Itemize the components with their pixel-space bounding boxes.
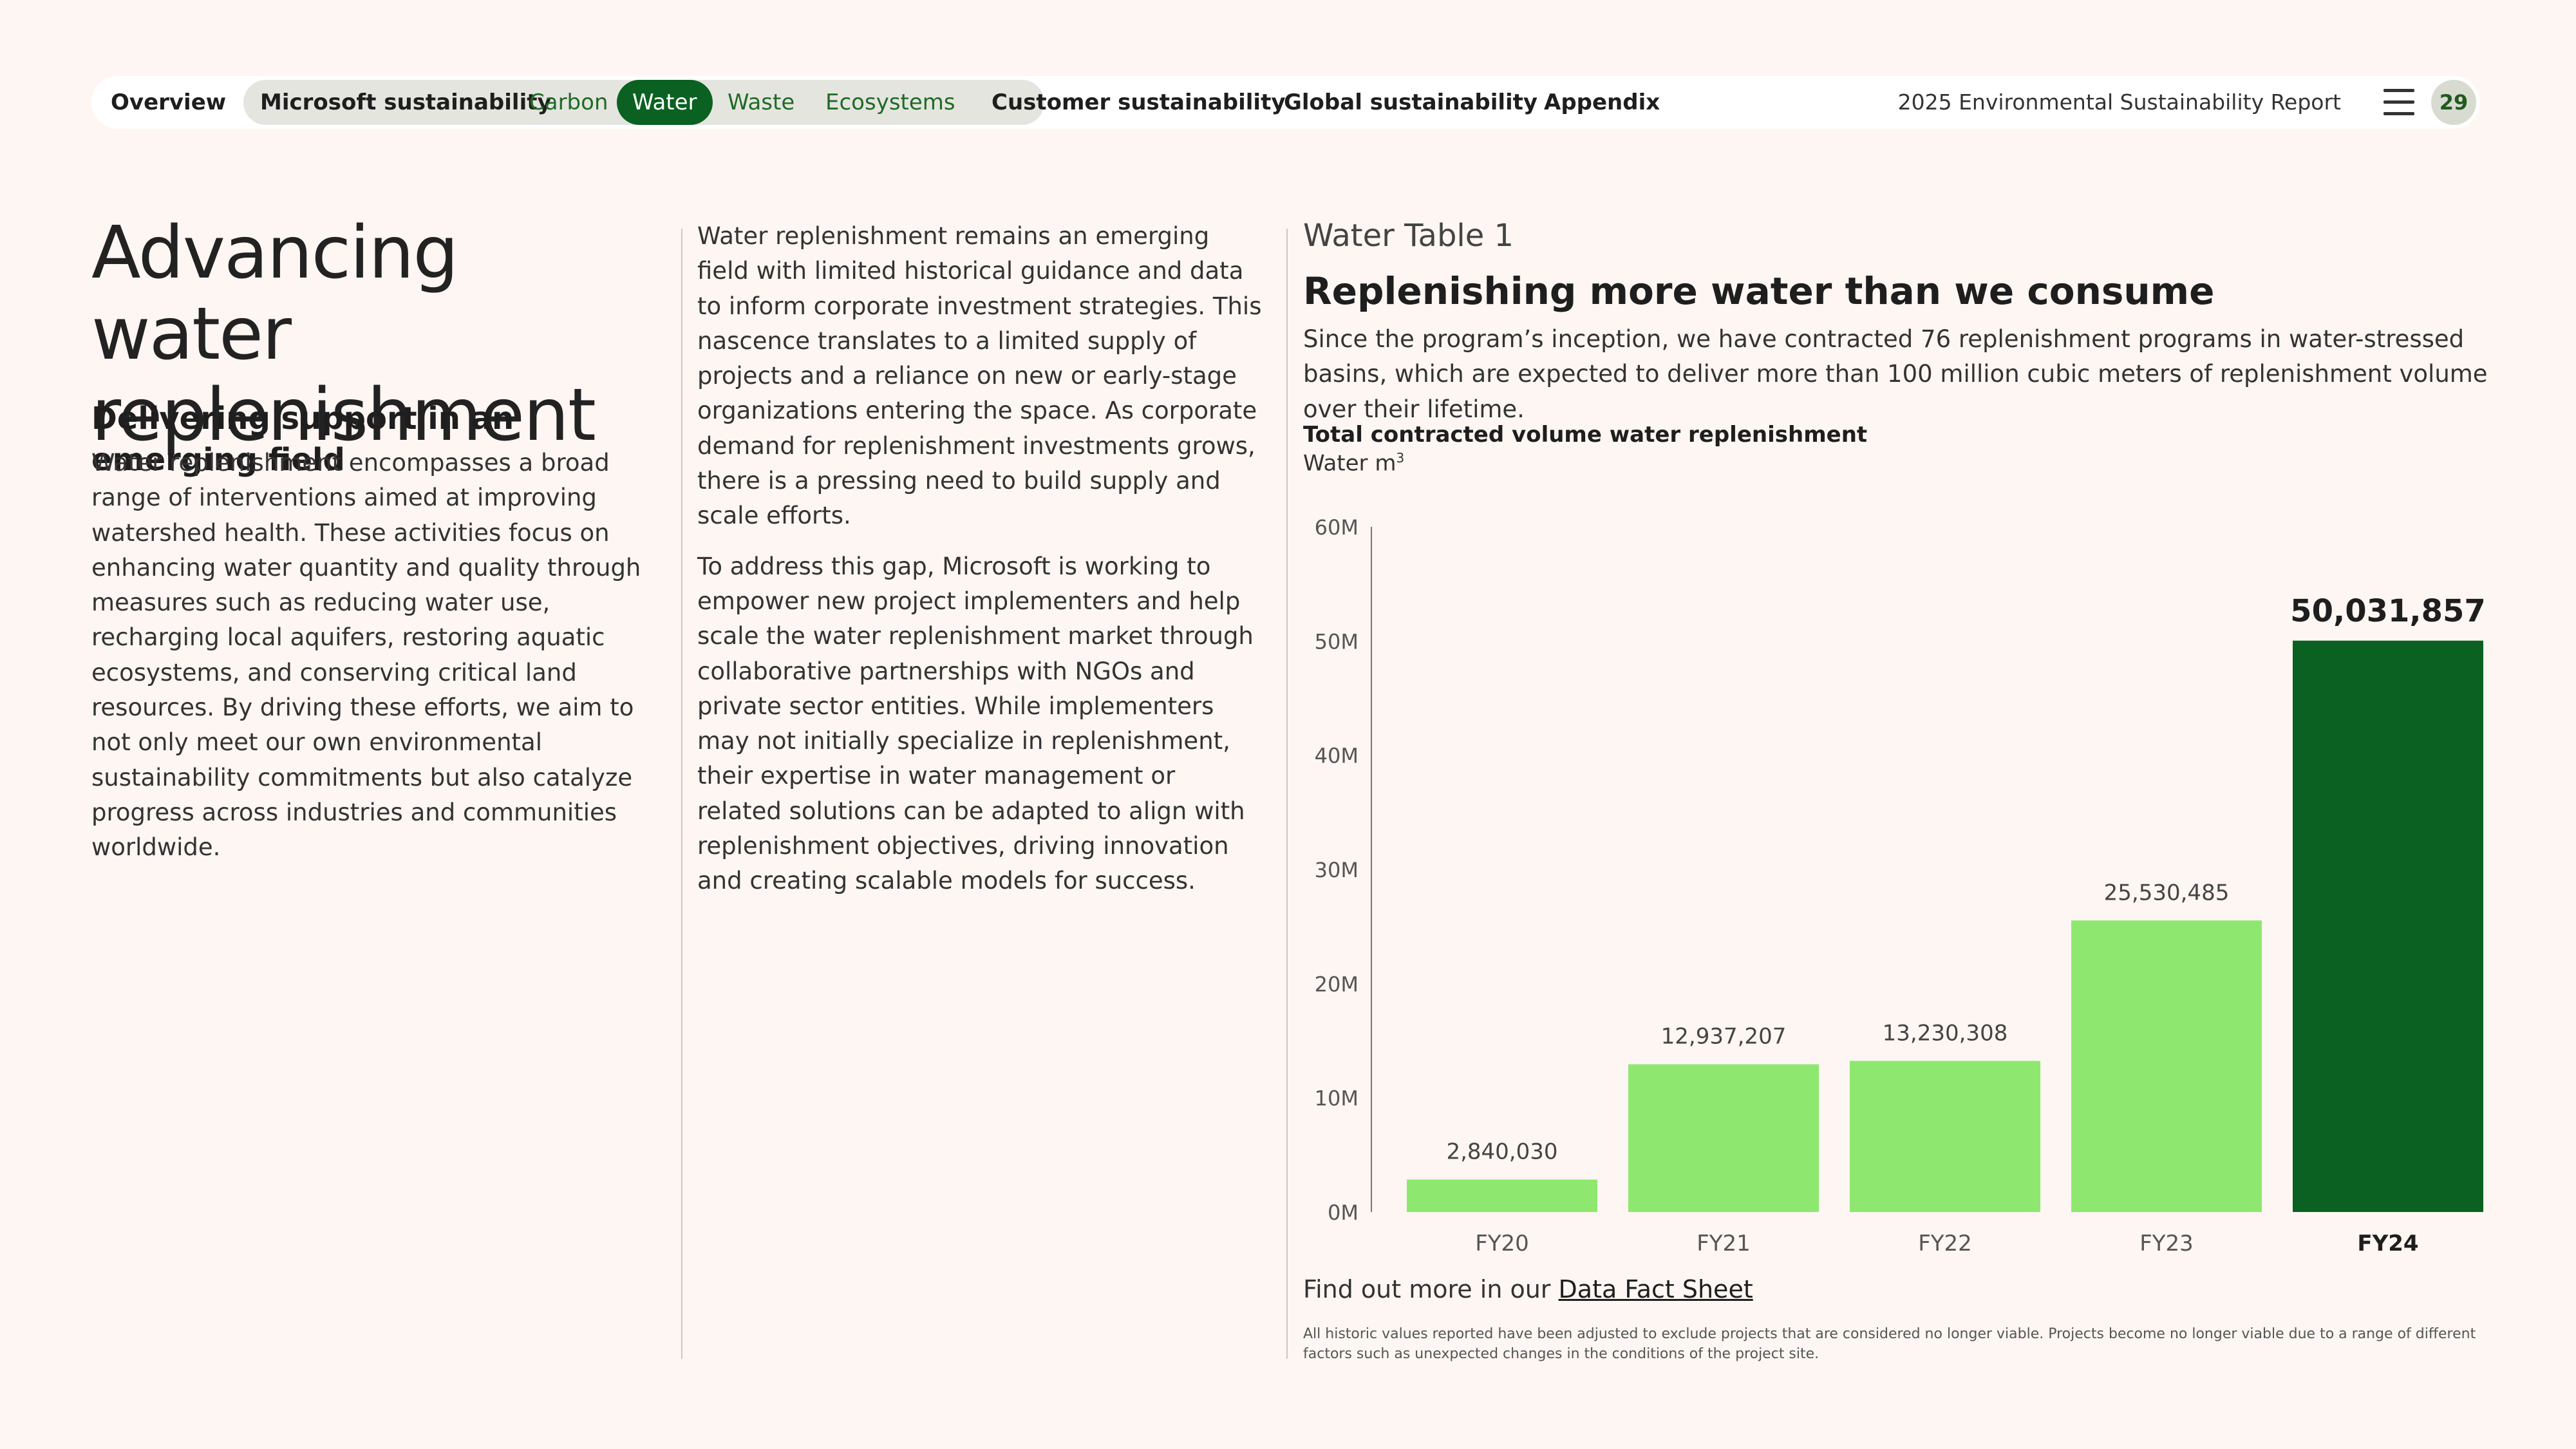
chart-heading: Replenishing more water than we consume	[1303, 269, 2215, 313]
fact-sheet-line: Find out more in our Data Fact Sheet	[1303, 1275, 1753, 1303]
y-tick-label: 10M	[1315, 1086, 1359, 1111]
nav-appendix[interactable]: Appendix	[1544, 76, 1660, 129]
y-tick-label: 30M	[1315, 858, 1359, 882]
nav-microsoft-sustainability[interactable]: Microsoft sustainability	[260, 76, 552, 129]
bar-fy21	[1628, 1064, 1819, 1212]
x-tick-label-fy23: FY23	[2139, 1231, 2194, 1256]
page-number-badge: 29	[2431, 80, 2476, 125]
data-label-fy20: 2,840,030	[1446, 1139, 1557, 1165]
bar-fy20	[1407, 1179, 1597, 1212]
nav-customer-sustainability[interactable]: Customer sustainability	[992, 76, 1286, 129]
y-tick-label: 60M	[1315, 515, 1359, 540]
bar-fy23	[2071, 920, 2262, 1212]
nav-global-sustainability[interactable]: Global sustainability	[1284, 76, 1537, 129]
hamburger-menu-icon[interactable]	[2383, 89, 2414, 116]
data-label-fy23: 25,530,485	[2104, 880, 2230, 905]
left-body-text: Water replenishment encompasses a broad …	[91, 449, 641, 862]
x-tick-label-fy24: FY24	[2357, 1231, 2418, 1256]
y-tick-label: 0M	[1328, 1200, 1359, 1225]
x-tick-label-fy21: FY21	[1697, 1231, 1751, 1256]
page-title-line-1: Advancing water	[91, 211, 458, 376]
data-label-fy24: 50,031,857	[2290, 593, 2486, 629]
y-tick-label: 40M	[1315, 744, 1359, 768]
nav-carbon[interactable]: Carbon	[529, 80, 608, 125]
nav-overview[interactable]: Overview	[111, 76, 226, 129]
chart-description: Since the program’s inception, we have c…	[1303, 325, 2488, 423]
data-label-fy21: 12,937,207	[1661, 1024, 1787, 1050]
data-label-fy22: 13,230,308	[1883, 1020, 2008, 1046]
y-tick-label: 20M	[1315, 972, 1359, 996]
bar-fy22	[1850, 1061, 2040, 1212]
nav-waste[interactable]: Waste	[728, 80, 794, 125]
table-label: Water Table 1	[1303, 218, 1514, 254]
data-fact-sheet-link[interactable]: Data Fact Sheet	[1559, 1275, 1753, 1303]
top-navigation: Overview Microsoft sustainability Carbon…	[91, 76, 2480, 129]
nav-water[interactable]: Water	[617, 80, 713, 125]
y-tick-label: 50M	[1315, 629, 1359, 654]
chart-y-axis-label-superscript: 3	[1396, 450, 1405, 466]
middle-paragraph-2: To address this gap, Microsoft is workin…	[697, 552, 1254, 895]
report-title: 2025 Environmental Sustainability Report	[1897, 90, 2341, 115]
chart-title: Total contracted volume water replenishm…	[1303, 422, 1868, 448]
bar-fy24	[2293, 640, 2483, 1212]
x-tick-label-fy20: FY20	[1475, 1231, 1529, 1256]
middle-column: Water replenishment remains an emerging …	[697, 219, 1264, 899]
x-tick-label-fy22: FY22	[1918, 1231, 1972, 1256]
chart-y-axis-label: Water m3	[1303, 450, 1404, 476]
middle-paragraph-1: Water replenishment remains an emerging …	[697, 222, 1262, 530]
nav-ecosystems[interactable]: Ecosystems	[825, 80, 955, 125]
column-divider-1	[681, 229, 682, 1359]
chart-y-axis-label-text: Water m	[1303, 450, 1396, 477]
chart-footnote: All historic values reported have been a…	[1303, 1326, 2476, 1362]
bar-chart: 0M 10M 20M 30M 40M 50M 60M 2,840,030 FY20 12,937,…	[1315, 515, 2486, 1256]
fact-sheet-prefix: Find out more in our	[1303, 1275, 1559, 1303]
